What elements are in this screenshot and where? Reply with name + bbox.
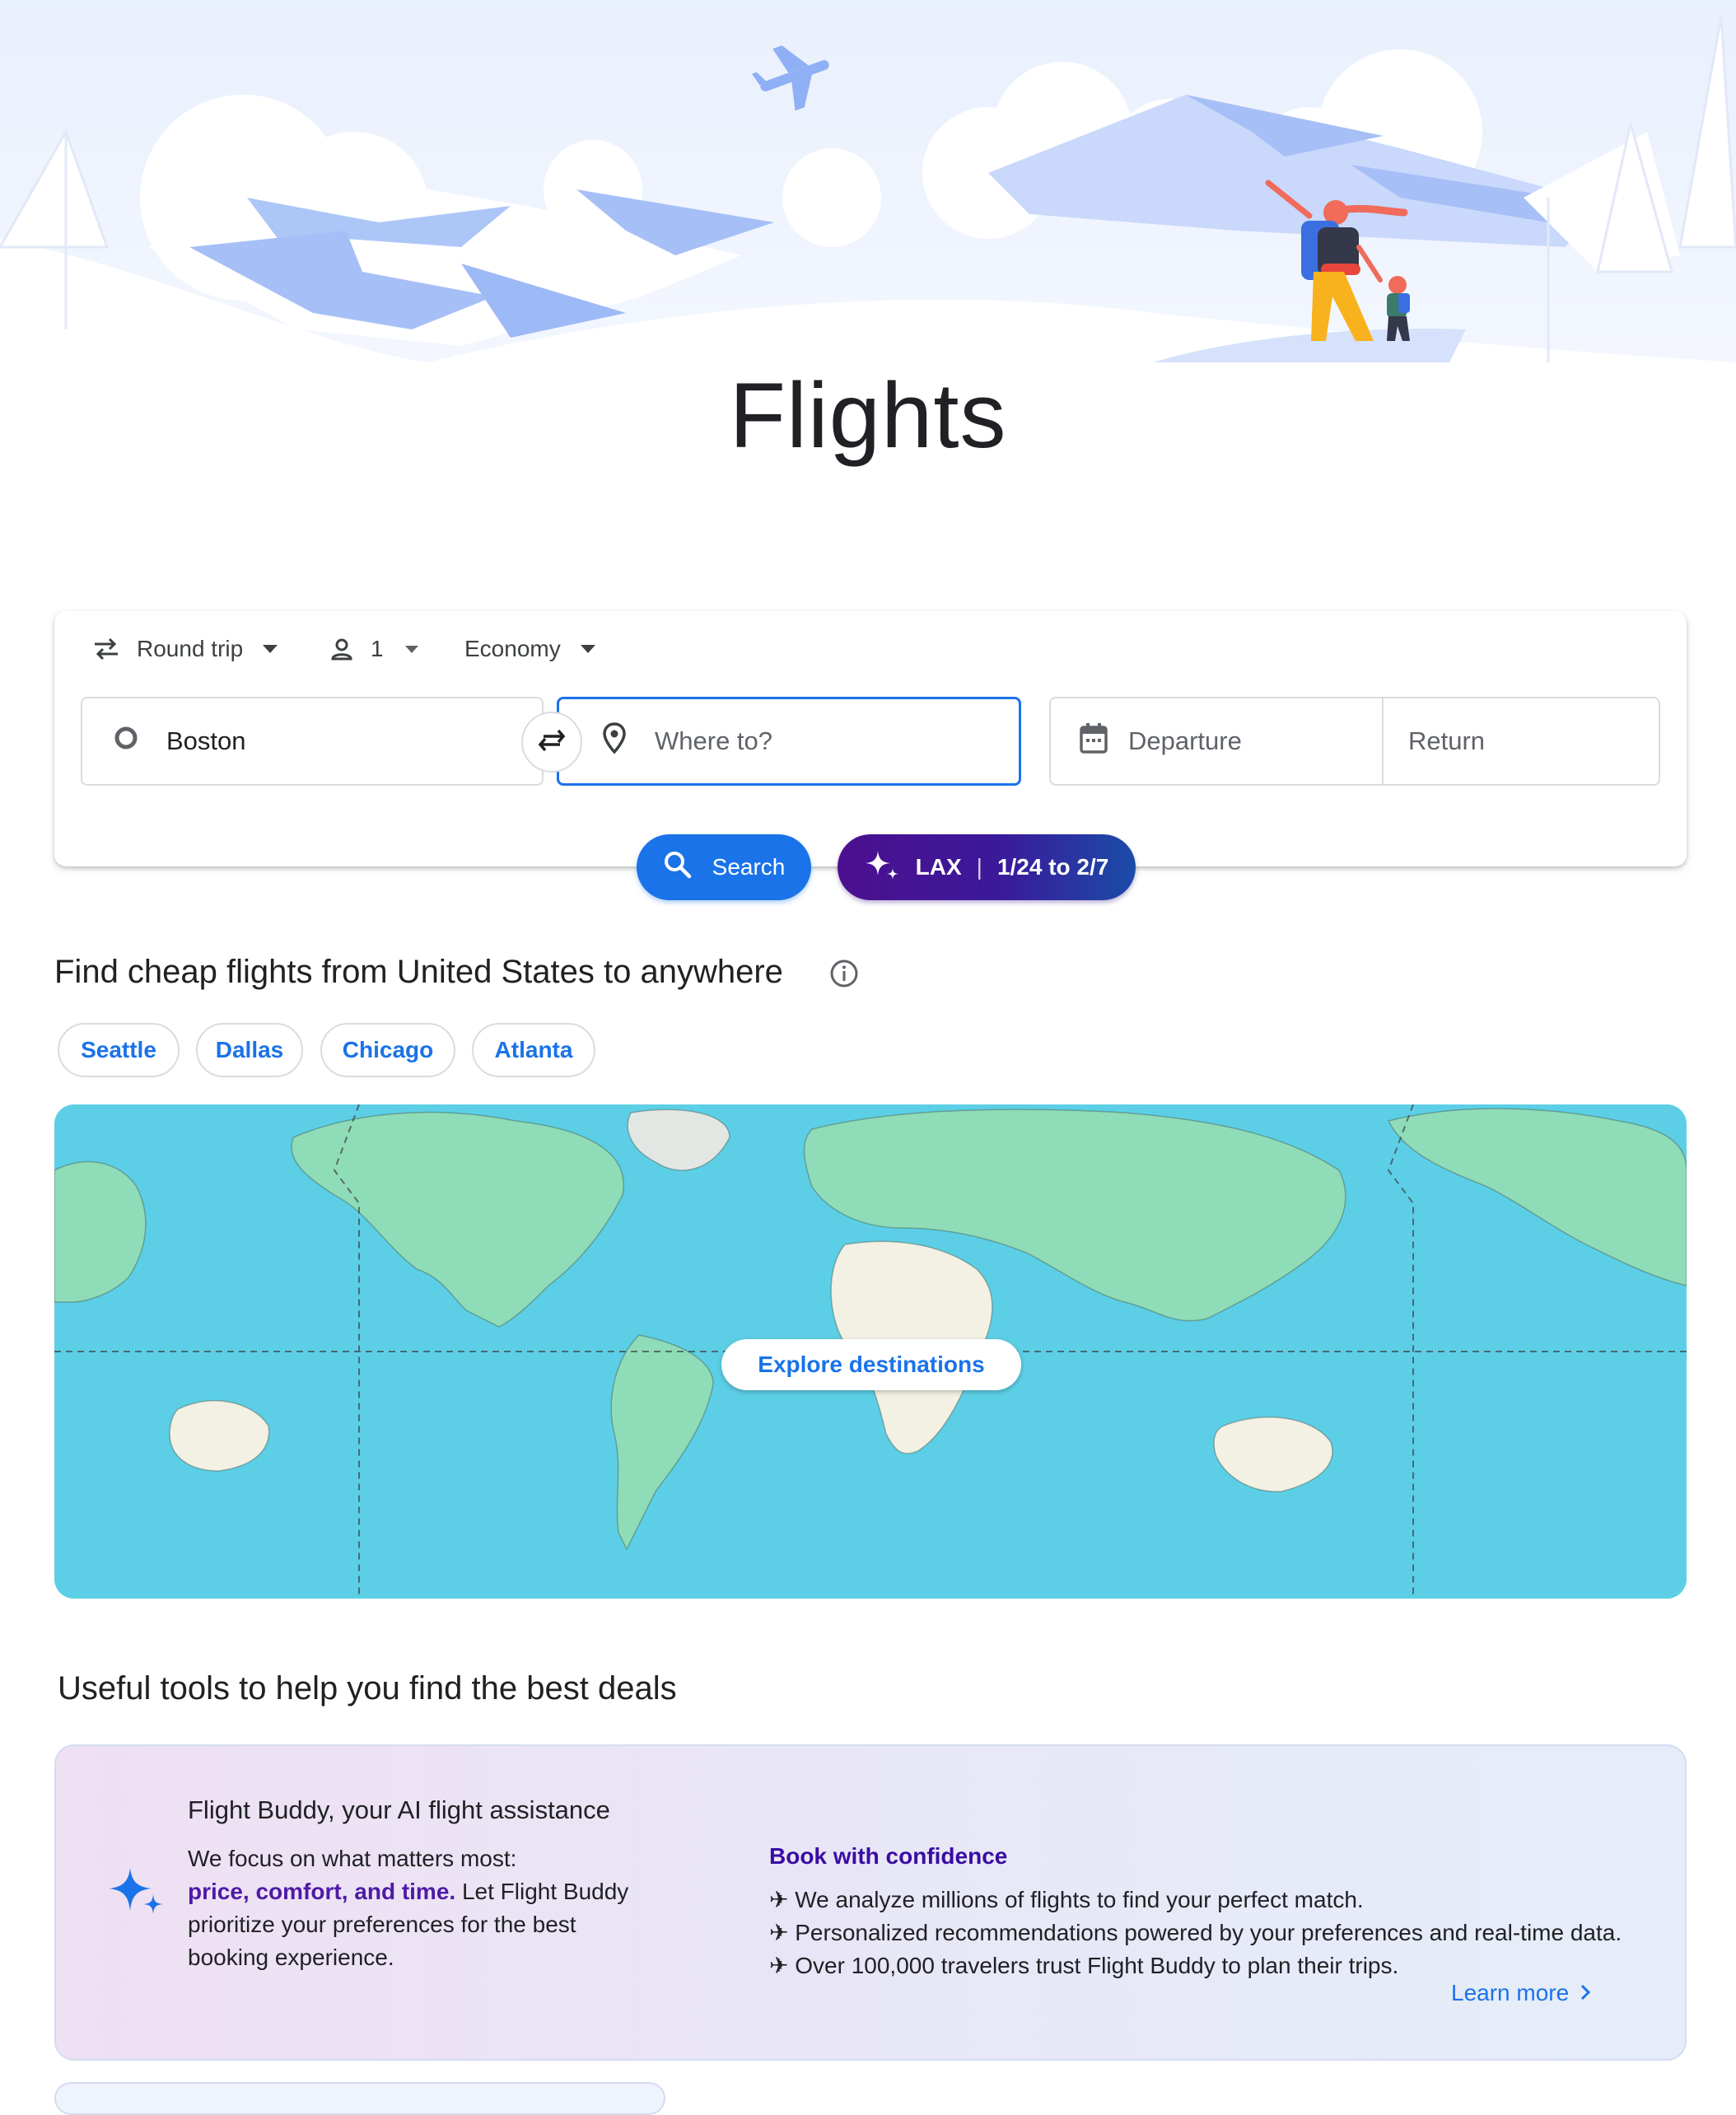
- city-chip-atlanta[interactable]: Atlanta: [472, 1023, 595, 1077]
- passengers-count: 1: [371, 636, 384, 661]
- swap-icon: [535, 727, 568, 758]
- city-chip-dallas[interactable]: Dallas: [196, 1023, 303, 1077]
- info-icon[interactable]: [828, 958, 860, 993]
- book-confidence-title: Book with confidence: [769, 1843, 1008, 1869]
- caret-down-icon: [263, 645, 278, 653]
- passengers-dropdown[interactable]: 1: [329, 629, 418, 669]
- explore-destinations-button[interactable]: Explore destinations: [721, 1339, 1021, 1390]
- next-tool-card: [54, 2082, 665, 2115]
- sparkle-icon: [107, 1865, 166, 1923]
- origin-circle-icon: [114, 726, 138, 757]
- destination-placeholder: Where to?: [655, 726, 773, 755]
- suggested-dates: 1/24 to 2/7: [996, 854, 1109, 880]
- search-button[interactable]: Search: [637, 834, 811, 900]
- search-icon: [663, 850, 693, 885]
- benefit-item: ✈ Personalized recommendations powered b…: [769, 1920, 1622, 1945]
- airplane-icon: ✈: [769, 1953, 796, 1978]
- trip-type-label: Round trip: [137, 636, 244, 661]
- swap-origin-destination-button[interactable]: [521, 712, 582, 773]
- desc-intro: We focus on what matters most:: [188, 1846, 517, 1871]
- airplane-icon: ✈: [769, 1920, 796, 1945]
- cabin-class-label: Economy: [464, 636, 561, 661]
- departure-date-input[interactable]: Departure: [1051, 698, 1384, 784]
- city-chip-chicago[interactable]: Chicago: [320, 1023, 455, 1077]
- flight-buddy-card: Flight Buddy, your AI flight assistance …: [54, 1744, 1687, 2061]
- desc-emphasis: price, comfort, and time.: [188, 1879, 456, 1904]
- suggested-airport: LAX: [915, 854, 962, 880]
- search-button-label: Search: [712, 854, 786, 880]
- sparkle-icon: [865, 848, 901, 887]
- hero-illustration: [0, 0, 1736, 387]
- destination-input[interactable]: Where to?: [557, 697, 1021, 786]
- departure-placeholder: Departure: [1128, 726, 1242, 755]
- calendar-icon: [1079, 721, 1108, 761]
- cabin-class-dropdown[interactable]: Economy: [464, 629, 595, 669]
- airplane-icon: ✈: [769, 1887, 796, 1912]
- location-pin-icon: [602, 721, 627, 761]
- benefit-item: ✈ Over 100,000 travelers trust Flight Bu…: [769, 1953, 1399, 1978]
- person-icon: [329, 637, 354, 661]
- dates-input: Departure Return: [1049, 697, 1660, 786]
- cheap-flights-heading: Find cheap flights from United States to…: [54, 954, 783, 990]
- chip-divider: |: [976, 854, 982, 880]
- caret-down-icon: [580, 645, 595, 653]
- ai-suggestion-button[interactable]: LAX | 1/24 to 2/7: [838, 834, 1136, 900]
- learn-more-label: Learn more: [1451, 1980, 1570, 2005]
- flight-buddy-description: We focus on what matters most: price, co…: [188, 1842, 649, 1974]
- tools-heading: Useful tools to help you find the best d…: [58, 1670, 677, 1706]
- page-title: Flights: [729, 364, 1007, 467]
- flight-buddy-title: Flight Buddy, your AI flight assistance: [188, 1795, 610, 1824]
- origin-input[interactable]: Boston: [81, 697, 544, 786]
- chevron-right-icon: [1580, 1980, 1591, 2006]
- benefit-item: ✈ We analyze millions of flights to find…: [769, 1887, 1364, 1912]
- return-date-input[interactable]: Return: [1384, 698, 1659, 784]
- swap-arrows-icon: [92, 637, 120, 661]
- flight-search-card: Round trip 1 Economy Boston Where to? De…: [54, 611, 1687, 866]
- learn-more-link[interactable]: Learn more: [1451, 1980, 1591, 2006]
- trip-type-dropdown[interactable]: Round trip: [92, 629, 278, 669]
- return-placeholder: Return: [1408, 726, 1486, 755]
- caret-down-icon: [404, 645, 418, 653]
- origin-value: Boston: [166, 726, 246, 755]
- city-chip-seattle[interactable]: Seattle: [58, 1023, 180, 1077]
